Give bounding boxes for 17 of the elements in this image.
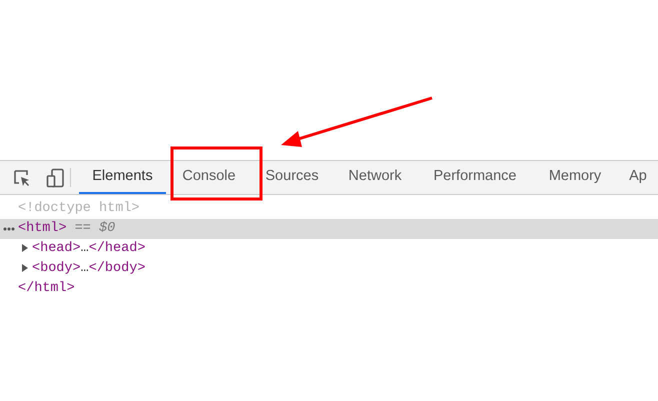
panel-tab[interactable]: Sources [252,161,332,194]
panel-tab[interactable]: Ap [618,161,658,194]
element-tag: <head>…</head> [32,239,146,259]
element-tag: <body>…</body> [32,259,146,279]
inspect-icon[interactable] [12,168,32,188]
doctype-line: <!doctype html> [18,200,140,218]
more-icon[interactable] [3,227,15,231]
panel-tab[interactable]: Elements [79,161,166,194]
expand-triangle-icon[interactable] [20,262,30,272]
panel-tab[interactable]: Network [332,161,418,194]
panel-tab[interactable]: Console [166,161,252,194]
device-icon[interactable] [46,168,66,188]
expand-triangle-icon[interactable] [20,242,30,252]
element-tag: </html> [18,279,75,299]
panel-tab[interactable]: Performance [418,161,532,194]
element-tag: <html> == $0 [18,219,116,239]
panel-tab[interactable]: Memory [532,161,618,194]
